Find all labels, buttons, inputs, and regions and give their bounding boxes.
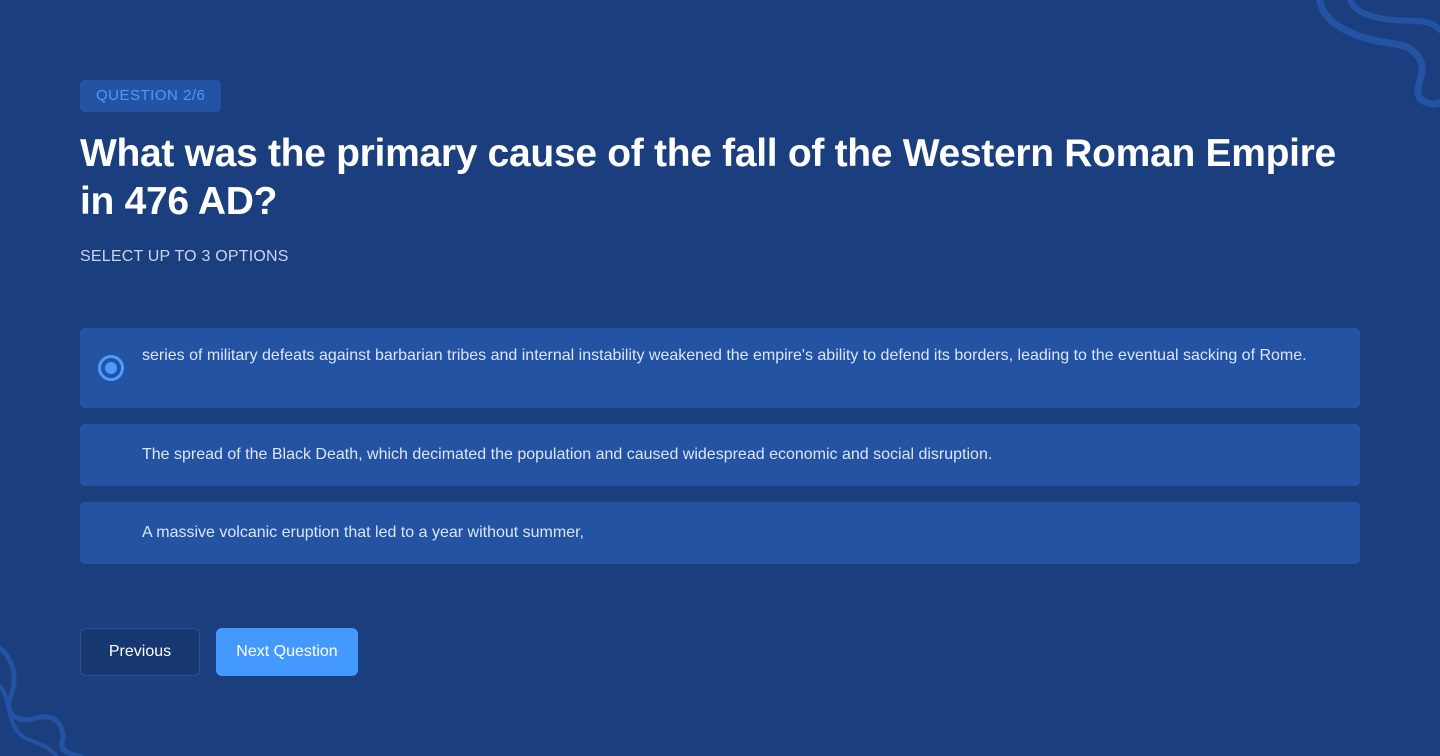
quiz-page: QUESTION 2/6 What was the primary cause … [0, 0, 1440, 756]
answer-option-1[interactable]: series of military defeats against barba… [80, 328, 1360, 408]
navigation-buttons: Previous Next Question [80, 628, 358, 676]
answer-option-label: A massive volcanic eruption that led to … [142, 524, 584, 541]
radio-dot [105, 362, 117, 374]
answer-option-label: series of military defeats against barba… [142, 347, 1307, 364]
answer-option-3[interactable]: A massive volcanic eruption that led to … [80, 502, 1360, 564]
answer-option-label: The spread of the Black Death, which dec… [142, 446, 993, 463]
next-question-button[interactable]: Next Question [216, 628, 358, 676]
radio-checked-icon[interactable] [98, 355, 124, 381]
question-header: QUESTION 2/6 What was the primary cause … [80, 80, 1360, 266]
selection-instruction: SELECT UP TO 3 OPTIONS [80, 248, 289, 265]
question-title: What was the primary cause of the fall o… [80, 132, 1336, 223]
answer-option-2[interactable]: The spread of the Black Death, which dec… [80, 424, 1360, 486]
previous-button[interactable]: Previous [80, 628, 200, 676]
question-counter-badge: QUESTION 2/6 [80, 80, 222, 112]
answer-options: series of military defeats against barba… [80, 328, 1360, 580]
